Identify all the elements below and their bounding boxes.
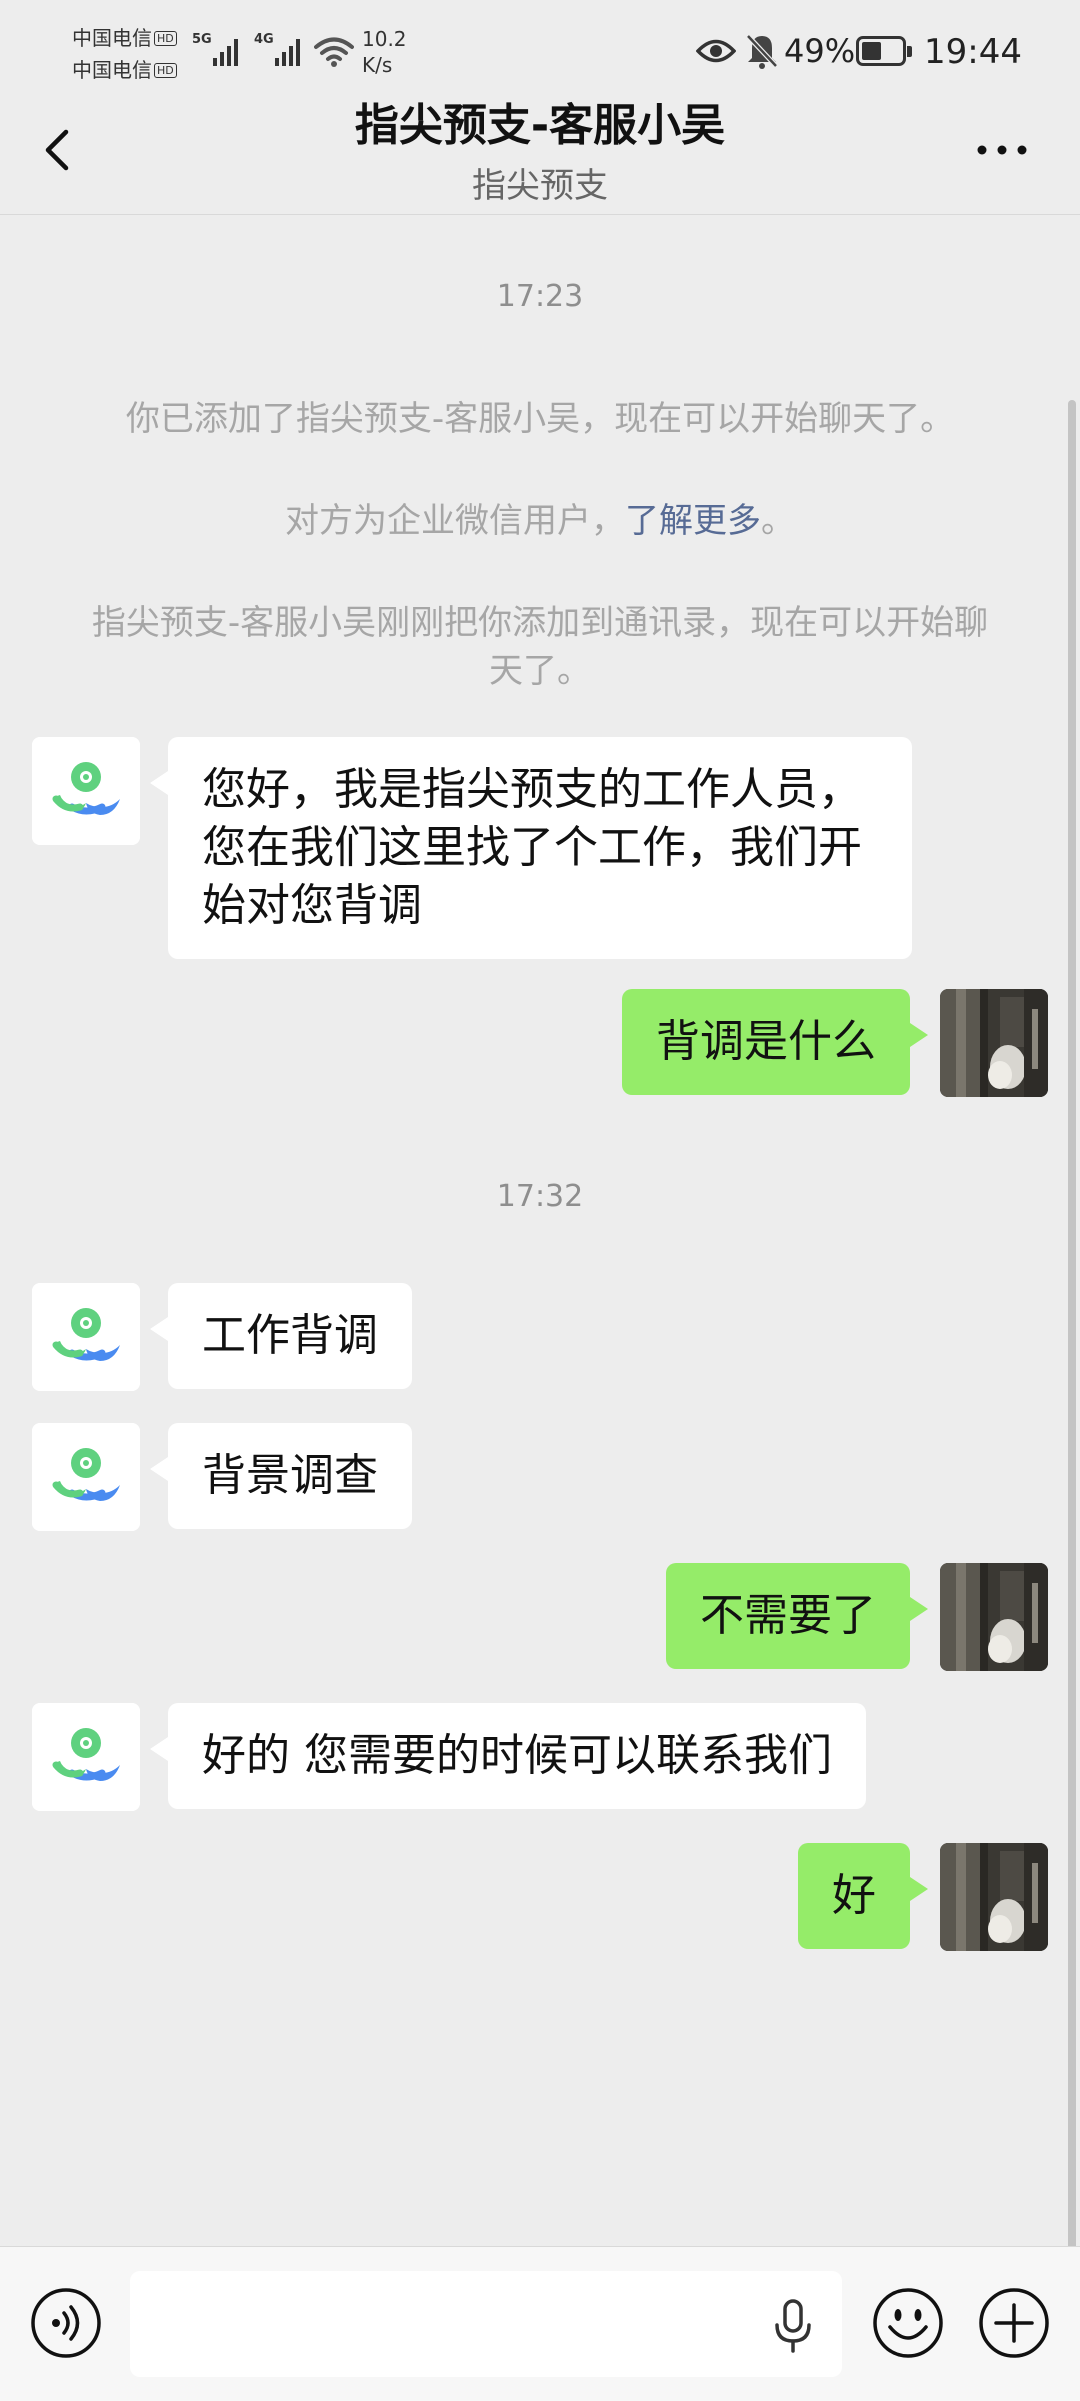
network-type-4g: 4G <box>254 32 274 47</box>
wifi-icon <box>314 37 354 67</box>
more-dots-icon[interactable] <box>972 126 1032 166</box>
avatar[interactable] <box>940 1843 1048 1951</box>
avatar[interactable] <box>32 1703 140 1811</box>
message-bubble-outgoing[interactable]: 背调是什么 <box>622 989 928 1095</box>
network-type-5g: 5G <box>192 32 212 47</box>
avatar[interactable] <box>940 1563 1048 1671</box>
status-bar: 中国电信 HD 中国电信 HD 5G 4G 10.2 K/s 49% 19:44 <box>0 0 1080 100</box>
system-message-added: 你已添加了指尖预支-客服小吴，现在可以开始聊天了。 <box>125 399 955 439</box>
chat-header: 指尖预支-客服小吴 指尖预支 <box>0 100 1080 215</box>
message-bubble-incoming[interactable]: 好的 您需要的时候可以联系我们 <box>150 1703 866 1809</box>
learn-more-link[interactable]: 了解更多 <box>625 501 761 541</box>
carrier-1: 中国电信 HD <box>72 22 177 51</box>
timestamp: 17:32 <box>496 1179 584 1214</box>
scrollbar[interactable] <box>1068 400 1076 2250</box>
signal-icon <box>213 39 238 66</box>
microphone-icon[interactable] <box>768 2297 818 2353</box>
timestamp: 17:23 <box>496 279 584 314</box>
emoji-icon[interactable] <box>872 2287 944 2359</box>
chat-subtitle: 指尖预支 <box>472 166 608 206</box>
status-time: 19:44 <box>924 32 1022 72</box>
avatar[interactable] <box>32 1283 140 1391</box>
system-message-contact: 指尖预支-客服小吴刚刚把你添加到通讯录，现在可以开始聊天了。 <box>91 603 989 691</box>
voice-icon[interactable] <box>30 2287 102 2359</box>
chat-title: 指尖预支-客服小吴 <box>354 100 726 151</box>
system-message-enterprise: 对方为企业微信用户，了解更多。 <box>285 501 795 541</box>
carrier-2: 中国电信 HD <box>72 54 177 83</box>
message-bubble-outgoing[interactable]: 不需要了 <box>666 1563 928 1669</box>
input-bar <box>0 2246 1080 2401</box>
avatar[interactable] <box>940 989 1048 1097</box>
hd-badge: HD <box>154 63 177 78</box>
avatar[interactable] <box>32 737 140 845</box>
battery-level <box>862 42 881 60</box>
message-bubble-incoming[interactable]: 背景调查 <box>150 1423 412 1529</box>
signal-icon <box>275 39 300 66</box>
network-speed: 10.2 K/s <box>362 27 407 77</box>
battery-icon <box>856 36 912 66</box>
message-bubble-outgoing[interactable]: 好 <box>798 1843 928 1949</box>
bell-off-icon <box>746 34 778 69</box>
chat-area[interactable]: 17:23 你已添加了指尖预支-客服小吴，现在可以开始聊天了。 对方为企业微信用… <box>0 215 1080 2245</box>
message-bubble-incoming[interactable]: 工作背调 <box>150 1283 412 1389</box>
battery-percent: 49% <box>784 32 856 70</box>
message-input[interactable] <box>130 2271 842 2377</box>
message-bubble-incoming[interactable]: 您好，我是指尖预支的工作人员，您在我们这里找了个工作，我们开始对您背调 <box>150 737 912 959</box>
eye-icon <box>696 39 736 63</box>
hd-badge: HD <box>154 31 177 46</box>
plus-icon[interactable] <box>978 2287 1050 2359</box>
avatar[interactable] <box>32 1423 140 1531</box>
